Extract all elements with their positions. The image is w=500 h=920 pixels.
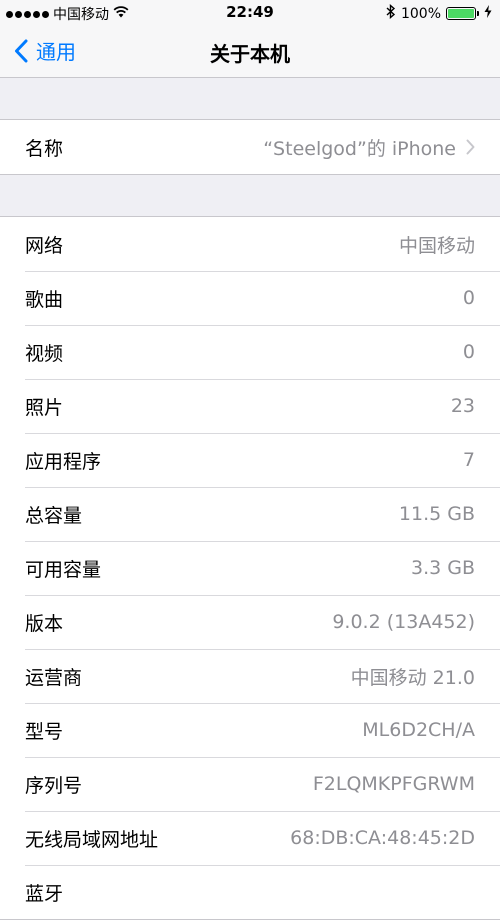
bluetooth-icon	[386, 3, 396, 23]
info-value: 9.0.2 (13A452)	[332, 611, 475, 633]
name-row[interactable]: 名称 “Steelgod”的 iPhone	[0, 120, 500, 174]
info-label: 可用容量	[25, 558, 102, 581]
info-row-available: 可用容量 3.3 GB	[0, 541, 500, 595]
info-label: 无线局域网地址	[25, 828, 159, 851]
info-label: 型号	[25, 720, 64, 743]
info-label: 总容量	[25, 504, 83, 527]
info-row-bluetooth: 蓝牙	[0, 865, 500, 919]
info-label: 照片	[25, 396, 64, 419]
info-row-version: 版本 9.0.2 (13A452)	[0, 595, 500, 649]
status-bar-right: 100%	[386, 3, 492, 23]
info-row-capacity: 总容量 11.5 GB	[0, 487, 500, 541]
navigation-bar: 通用 关于本机	[0, 26, 500, 76]
info-value: 0	[462, 287, 475, 309]
info-value: 7	[462, 449, 475, 471]
info-value: 23	[450, 395, 475, 417]
info-value: 68:DB:CA:48:45:2D	[290, 827, 475, 849]
info-row-songs: 歌曲 0	[0, 271, 500, 325]
info-value: 3.3 GB	[410, 557, 475, 579]
info-label: 序列号	[25, 774, 83, 797]
name-value: “Steelgod”的 iPhone	[263, 137, 456, 160]
chevron-right-icon	[466, 139, 475, 155]
info-value: 中国移动 21.0	[350, 666, 475, 689]
top-bar: 中国移动 22:49 100% 通用 关于本机	[0, 0, 500, 78]
info-row-carrier[interactable]: 运营商 中国移动 21.0	[0, 649, 500, 703]
info-value: ML6D2CH/A	[362, 719, 475, 741]
charging-icon	[484, 5, 492, 22]
info-group: 网络 中国移动 歌曲 0 视频 0 照片 23 应用程序 7 总容量 11.5 …	[0, 216, 500, 920]
battery-percent: 100%	[400, 5, 441, 22]
battery-icon	[446, 7, 479, 20]
info-row-photos: 照片 23	[0, 379, 500, 433]
name-group: 名称 “Steelgod”的 iPhone	[0, 119, 500, 175]
battery-fill	[448, 9, 474, 18]
info-label: 网络	[25, 234, 64, 257]
name-value-wrap: “Steelgod”的 iPhone	[263, 134, 475, 161]
info-row-serial: 序列号 F2LQMKPFGRWM	[0, 757, 500, 811]
info-label: 应用程序	[25, 450, 102, 473]
status-bar: 中国移动 22:49 100%	[0, 0, 500, 26]
page-title: 关于本机	[210, 42, 290, 66]
info-label: 歌曲	[25, 288, 64, 311]
info-label: 运营商	[25, 666, 83, 689]
info-row-applications: 应用程序 7	[0, 433, 500, 487]
info-row-wifi-address: 无线局域网地址 68:DB:CA:48:45:2D	[0, 811, 500, 865]
info-row-network: 网络 中国移动	[0, 217, 500, 271]
info-value: F2LQMKPFGRWM	[312, 773, 475, 795]
info-label: 视频	[25, 342, 64, 365]
info-row-model[interactable]: 型号 ML6D2CH/A	[0, 703, 500, 757]
name-label: 名称	[25, 137, 64, 160]
info-row-videos: 视频 0	[0, 325, 500, 379]
info-label: 蓝牙	[25, 882, 64, 905]
info-label: 版本	[25, 612, 64, 635]
info-value: 11.5 GB	[398, 503, 475, 525]
info-value: 中国移动	[398, 234, 475, 257]
info-value: 0	[462, 341, 475, 363]
